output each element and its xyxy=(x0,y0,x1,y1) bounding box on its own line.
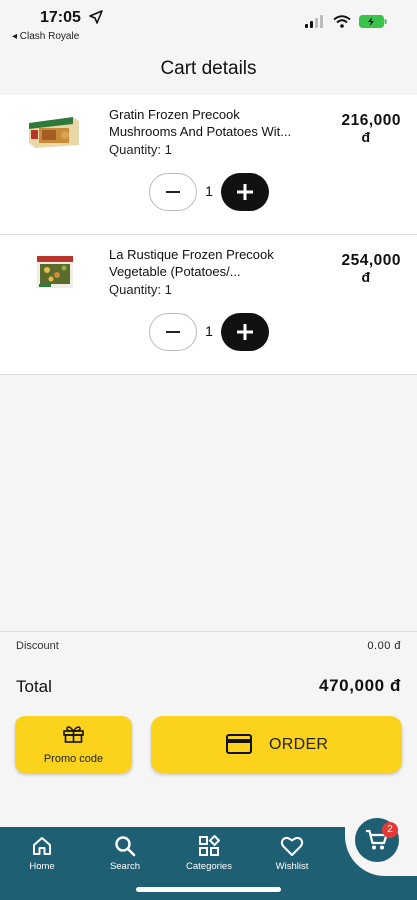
quantity-value: 1 xyxy=(205,183,213,199)
product-name[interactable]: Gratin Frozen Precook Mushrooms And Pota… xyxy=(109,107,319,140)
gift-icon xyxy=(63,726,84,743)
minus-icon xyxy=(166,191,180,193)
increase-quantity-button[interactable] xyxy=(221,313,269,351)
product-name-line: Vegetable (Potatoes/... xyxy=(109,263,241,279)
total-value: 470,000 đ xyxy=(319,676,401,695)
product-name-line: La Rustique Frozen Precook xyxy=(109,247,274,262)
product-price: 254,000 đ xyxy=(311,252,401,286)
categories-icon xyxy=(199,835,220,856)
product-name-line: Gratin Frozen Precook xyxy=(109,107,240,122)
heart-icon xyxy=(280,837,304,856)
increase-quantity-button[interactable] xyxy=(221,173,269,211)
total-label: Total xyxy=(16,677,52,696)
quantity-stepper: 1 xyxy=(149,313,269,351)
currency-symbol: đ xyxy=(361,269,371,285)
battery-charging-icon xyxy=(359,15,387,28)
discount-value: 0.00 đ xyxy=(367,640,401,652)
page-title: Cart details xyxy=(160,58,257,79)
back-to-app-link[interactable]: ◂ Clash Royale xyxy=(12,31,79,42)
cart-count-badge: 2 xyxy=(382,822,398,838)
discount-label: Discount xyxy=(16,640,59,652)
status-bar: 17:05 ◂ Clash Royale xyxy=(0,0,417,48)
product-thumbnail[interactable] xyxy=(27,115,81,149)
wifi-icon xyxy=(333,15,351,28)
product-thumbnail[interactable] xyxy=(27,255,81,289)
search-icon xyxy=(115,836,136,857)
quantity-stepper: 1 xyxy=(149,173,269,211)
nav-wishlist[interactable]: Wishlist xyxy=(257,835,327,872)
plus-icon xyxy=(237,184,253,200)
order-label: ORDER xyxy=(269,736,329,753)
decrease-quantity-button[interactable] xyxy=(149,173,197,211)
product-name-line: Mushrooms And Potatoes Wit... xyxy=(109,123,292,139)
cart-item: La Rustique Frozen Precook Vegetable (Po… xyxy=(0,235,417,375)
product-name[interactable]: La Rustique Frozen Precook Vegetable (Po… xyxy=(109,247,319,280)
location-arrow-icon xyxy=(89,10,103,24)
cart-item: Gratin Frozen Precook Mushrooms And Pota… xyxy=(0,95,417,235)
decrease-quantity-button[interactable] xyxy=(149,313,197,351)
nav-categories-label: Categories xyxy=(186,861,232,872)
nav-search-label: Search xyxy=(109,861,141,872)
nav-search[interactable]: Search xyxy=(90,835,160,872)
system-icons xyxy=(305,15,387,28)
product-price: 216,000 đ xyxy=(311,112,401,146)
status-time: 17:05 xyxy=(40,9,81,26)
promo-code-button[interactable]: Promo code xyxy=(15,716,132,773)
price-value: 254,000 xyxy=(341,252,401,269)
nav-categories[interactable]: Categories xyxy=(174,835,244,872)
plus-icon xyxy=(237,324,253,340)
product-quantity-text: Quantity: 1 xyxy=(109,282,172,297)
price-value: 216,000 xyxy=(341,112,401,129)
signal-icon xyxy=(305,15,323,28)
product-quantity-text: Quantity: 1 xyxy=(109,142,172,157)
order-button[interactable]: ORDER xyxy=(151,716,402,773)
nav-home[interactable]: Home xyxy=(7,835,77,872)
order-summary: Discount 0.00 đ Total 470,000 đ xyxy=(0,631,417,696)
credit-card-icon xyxy=(226,734,252,754)
quantity-value: 1 xyxy=(205,323,213,339)
promo-code-label: Promo code xyxy=(43,753,104,765)
nav-home-label: Home xyxy=(29,861,55,872)
nav-wishlist-label: Wishlist xyxy=(275,861,309,872)
minus-icon xyxy=(166,331,180,333)
home-icon xyxy=(33,837,51,855)
home-indicator[interactable] xyxy=(136,887,281,892)
currency-symbol: đ xyxy=(361,129,371,145)
